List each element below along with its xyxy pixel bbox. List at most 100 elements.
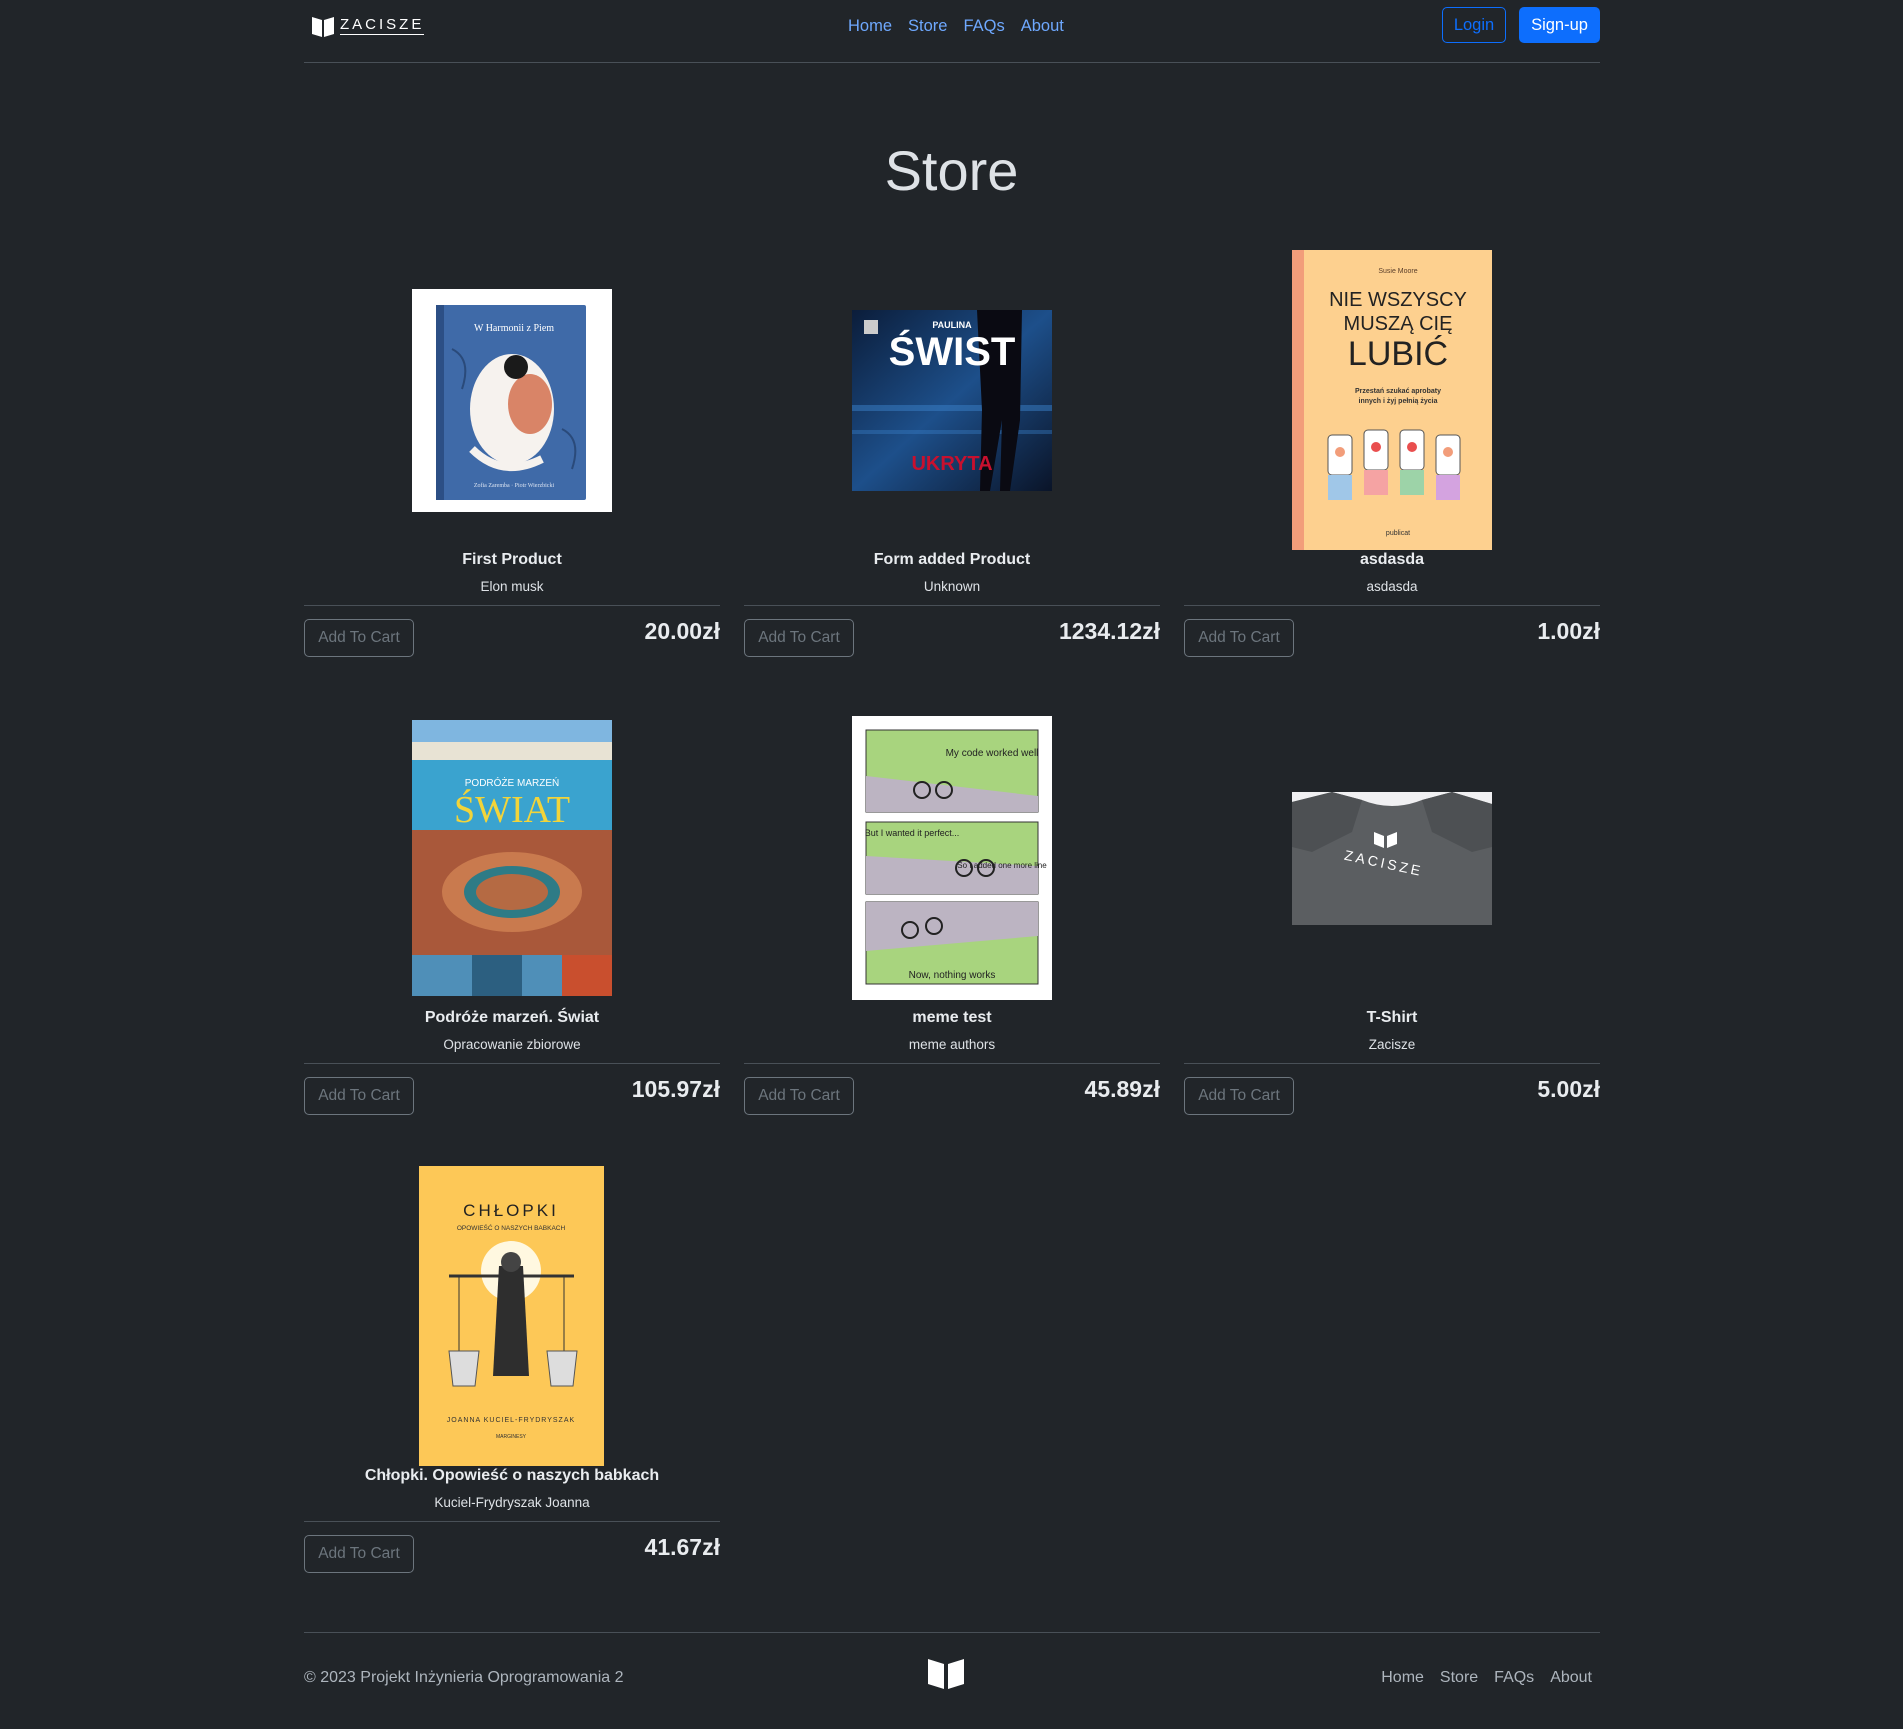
product-image[interactable]: W Harmonii z Piem Zofia Zaremba · Piotr … [412, 289, 612, 512]
book-icon [312, 17, 334, 37]
footer-nav-home[interactable]: Home [1373, 1669, 1432, 1687]
svg-text:UKRYTA: UKRYTA [911, 453, 992, 475]
footer-nav-faqs[interactable]: FAQs [1486, 1669, 1542, 1687]
svg-text:But I wanted it perfect...: But I wanted it perfect... [865, 828, 960, 838]
add-to-cart-button[interactable]: Add To Cart [1184, 619, 1294, 657]
svg-text:CHŁOPKI: CHŁOPKI [463, 1201, 559, 1220]
divider [304, 1063, 720, 1064]
login-button[interactable]: Login [1442, 7, 1506, 43]
add-to-cart-button[interactable]: Add To Cart [304, 619, 414, 657]
product-price: 41.67zł [644, 1534, 720, 1560]
page-title: Store [884, 139, 1019, 202]
product-author: Unknown [923, 579, 981, 594]
meme-image: My code worked well But I wanted it perf… [865, 729, 1047, 985]
product-name: Podróże marzeń. Świat [424, 1009, 600, 1026]
svg-text:Susie Moore: Susie Moore [1378, 268, 1417, 275]
product-card: ZACISZE T-Shirt Zacisze Add To Cart 5.00… [1184, 708, 1600, 1128]
add-to-cart-button[interactable]: Add To Cart [304, 1077, 414, 1115]
product-name: T-Shirt [1366, 1009, 1418, 1026]
product-image[interactable]: CHŁOPKI OPOWIEŚĆ O NASZYCH BABKACH JOANN… [419, 1166, 604, 1466]
book-cover-image: W Harmonii z Piem Zofia Zaremba · Piotr … [436, 305, 586, 500]
add-to-cart-button[interactable]: Add To Cart [304, 1535, 414, 1573]
site-header: ZACISZE Home Store FAQs About Login Sign… [304, 0, 1600, 63]
svg-text:ŚWIAT: ŚWIAT [454, 789, 570, 831]
divider [304, 1521, 720, 1522]
product-author: asdasda [1366, 579, 1418, 594]
site-footer: © 2023 Projekt Inżynieria Oprogramowania… [304, 1632, 1600, 1713]
divider [744, 605, 1160, 606]
svg-text:OPOWIEŚĆ O NASZYCH BABKACH: OPOWIEŚĆ O NASZYCH BABKACH [457, 1223, 566, 1232]
product-card: W Harmonii z Piem Zofia Zaremba · Piotr … [304, 250, 720, 670]
book-cover-image: CHŁOPKI OPOWIEŚĆ O NASZYCH BABKACH JOANN… [419, 1166, 604, 1466]
svg-text:NIE WSZYSCY: NIE WSZYSCY [1329, 289, 1467, 311]
product-author: Zacisze [1368, 1037, 1416, 1052]
svg-text:innych i żyj pełnią życia: innych i żyj pełnią życia [1359, 398, 1438, 405]
add-to-cart-button[interactable]: Add To Cart [1184, 1077, 1294, 1115]
svg-text:PAULINA: PAULINA [932, 320, 972, 330]
footer-nav-about[interactable]: About [1542, 1669, 1600, 1687]
product-image[interactable]: PODRÓŻE MARZEŃ ŚWIAT [412, 720, 612, 996]
nav-about[interactable]: About [1013, 15, 1072, 37]
product-price: 1.00zł [1537, 618, 1600, 644]
product-price: 5.00zł [1537, 1076, 1600, 1102]
footer-logo-link[interactable] [926, 1655, 966, 1696]
product-name: Chłopki. Opowieść o naszych babkach [364, 1467, 660, 1484]
svg-text:JOANNA KUCIEL-FRYDRYSZAK: JOANNA KUCIEL-FRYDRYSZAK [447, 1417, 575, 1424]
product-author: meme authors [908, 1037, 996, 1052]
product-card: PAULINA ŚWIST UKRYTA Form added Product … [744, 250, 1160, 670]
main-nav: Home Store FAQs About [840, 15, 1072, 37]
product-image[interactable]: My code worked well But I wanted it perf… [852, 716, 1052, 1000]
divider [1184, 605, 1600, 606]
product-image[interactable]: ZACISZE [1292, 792, 1492, 925]
add-to-cart-button[interactable]: Add To Cart [744, 619, 854, 657]
product-name: meme test [912, 1009, 992, 1026]
svg-text:My code worked well: My code worked well [946, 748, 1039, 759]
product-author: Elon musk [480, 579, 544, 594]
copyright-text: © 2023 Projekt Inżynieria Oprogramowania… [304, 1669, 624, 1686]
product-image[interactable]: PAULINA ŚWIST UKRYTA [852, 310, 1052, 491]
svg-text:ŚWIST: ŚWIST [889, 328, 1016, 374]
product-price: 20.00zł [644, 618, 720, 644]
svg-text:publicat: publicat [1386, 530, 1410, 537]
brand-name: ZACISZE [340, 16, 425, 35]
svg-text:LUBIĆ: LUBIĆ [1348, 335, 1448, 373]
product-price: 45.89zł [1084, 1076, 1160, 1102]
book-cover-image: PAULINA ŚWIST UKRYTA [852, 310, 1052, 491]
svg-text:Przestań szukać aprobaty: Przestań szukać aprobaty [1355, 388, 1441, 395]
product-author: Opracowanie zbiorowe [443, 1037, 581, 1052]
divider [304, 605, 720, 606]
svg-text:MARGINESY: MARGINESY [496, 1434, 527, 1440]
svg-text:W Harmonii z Piem: W Harmonii z Piem [474, 323, 554, 334]
product-name: First Product [462, 551, 562, 568]
footer-nav-store[interactable]: Store [1432, 1669, 1486, 1687]
book-icon [928, 1659, 964, 1689]
auth-buttons: Login Sign-up [1442, 7, 1600, 43]
svg-text:PODRÓŻE MARZEŃ: PODRÓŻE MARZEŃ [465, 776, 559, 789]
product-card: CHŁOPKI OPOWIEŚĆ O NASZYCH BABKACH JOANN… [304, 1166, 720, 1586]
svg-text:MUSZĄ CIĘ: MUSZĄ CIĘ [1344, 313, 1453, 335]
svg-text:Now, nothing works: Now, nothing works [909, 970, 996, 981]
product-card: PODRÓŻE MARZEŃ ŚWIAT Podróże marzeń. Świ… [304, 708, 720, 1128]
add-to-cart-button[interactable]: Add To Cart [744, 1077, 854, 1115]
nav-faqs[interactable]: FAQs [955, 15, 1012, 37]
product-card: My code worked well But I wanted it perf… [744, 708, 1160, 1128]
nav-home[interactable]: Home [840, 15, 900, 37]
product-author: Kuciel-Frydryszak Joanna [434, 1495, 590, 1510]
svg-text:So I added one more line: So I added one more line [957, 861, 1047, 870]
brand-logo-link[interactable]: ZACISZE [310, 14, 425, 38]
tshirt-image: ZACISZE [1292, 792, 1492, 925]
product-name: Form added Product [873, 551, 1031, 568]
product-card: Susie Moore NIE WSZYSCY MUSZĄ CIĘ LUBIĆ … [1184, 250, 1600, 670]
divider [1184, 1063, 1600, 1064]
product-price: 105.97zł [631, 1076, 720, 1102]
product-name: asdasda [1359, 551, 1425, 568]
book-cover-image: Susie Moore NIE WSZYSCY MUSZĄ CIĘ LUBIĆ … [1292, 250, 1492, 550]
footer-nav: Home Store FAQs About [1373, 1669, 1600, 1687]
product-image[interactable]: Susie Moore NIE WSZYSCY MUSZĄ CIĘ LUBIĆ … [1292, 250, 1492, 550]
nav-store[interactable]: Store [900, 15, 955, 37]
divider [744, 1063, 1160, 1064]
book-cover-image: PODRÓŻE MARZEŃ ŚWIAT [412, 720, 612, 996]
svg-text:Zofia Zaremba · Piotr Wierzbic: Zofia Zaremba · Piotr Wierzbicki [474, 482, 555, 489]
signup-button[interactable]: Sign-up [1519, 7, 1600, 43]
product-price: 1234.12zł [1058, 618, 1160, 644]
